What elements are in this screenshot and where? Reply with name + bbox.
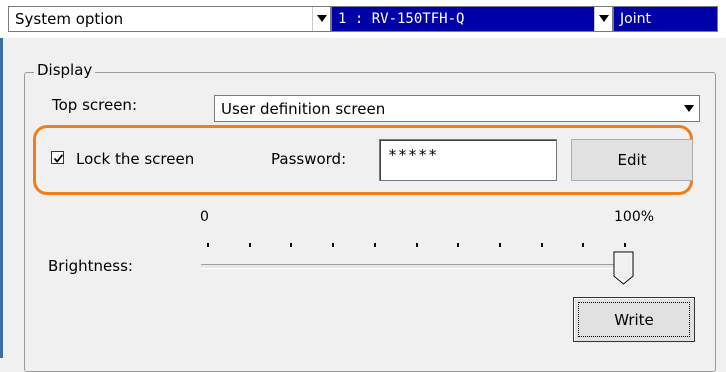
chevron-down-icon[interactable] <box>594 7 612 31</box>
robot-select[interactable]: 1 : RV-150TFH-Q <box>331 6 613 32</box>
chevron-down-icon[interactable] <box>680 97 698 120</box>
mode-select[interactable]: Joint <box>613 6 718 32</box>
scale-tick <box>498 243 501 247</box>
scale-tick <box>415 243 418 247</box>
edit-button[interactable]: Edit <box>571 139 693 181</box>
mode-select-value: Joint <box>620 11 651 27</box>
scale-tick <box>207 243 209 247</box>
scale-tick <box>332 243 335 247</box>
password-label: Password: <box>271 150 347 168</box>
scale-tick <box>373 243 376 247</box>
chevron-down-icon[interactable] <box>312 7 330 31</box>
menu-select-value: System option <box>15 10 124 28</box>
write-button[interactable]: Write <box>573 297 695 342</box>
check-icon <box>53 154 64 163</box>
brightness-min-label: 0 <box>200 209 209 225</box>
brightness-max-label: 100% <box>614 209 655 225</box>
scale-tick <box>248 243 251 247</box>
lock-screen-label: Lock the screen <box>76 150 195 168</box>
password-field[interactable]: ***** <box>379 139 557 181</box>
top-screen-label: Top screen: <box>52 96 137 114</box>
scale-tick <box>624 243 626 247</box>
robot-select-value: 1 : RV-150TFH-Q <box>338 11 465 27</box>
brightness-track[interactable] <box>201 264 631 269</box>
brightness-label: Brightness: <box>48 257 133 275</box>
password-value: ***** <box>388 146 439 164</box>
display-group-title: Display <box>34 61 96 79</box>
top-screen-select[interactable]: User definition screen <box>214 95 700 122</box>
lock-screen-checkbox[interactable] <box>51 151 64 164</box>
top-screen-value: User definition screen <box>221 100 386 118</box>
scale-tick <box>290 243 293 247</box>
menu-select[interactable]: System option <box>8 6 331 32</box>
top-toolbar: System option 1 : RV-150TFH-Q Joint <box>0 0 726 38</box>
window-edge <box>0 38 3 358</box>
write-button-label: Write <box>578 302 690 337</box>
scale-tick <box>457 243 460 247</box>
brightness-slider-thumb[interactable] <box>613 251 635 285</box>
scale-tick <box>582 243 585 247</box>
scale-tick <box>540 243 543 247</box>
